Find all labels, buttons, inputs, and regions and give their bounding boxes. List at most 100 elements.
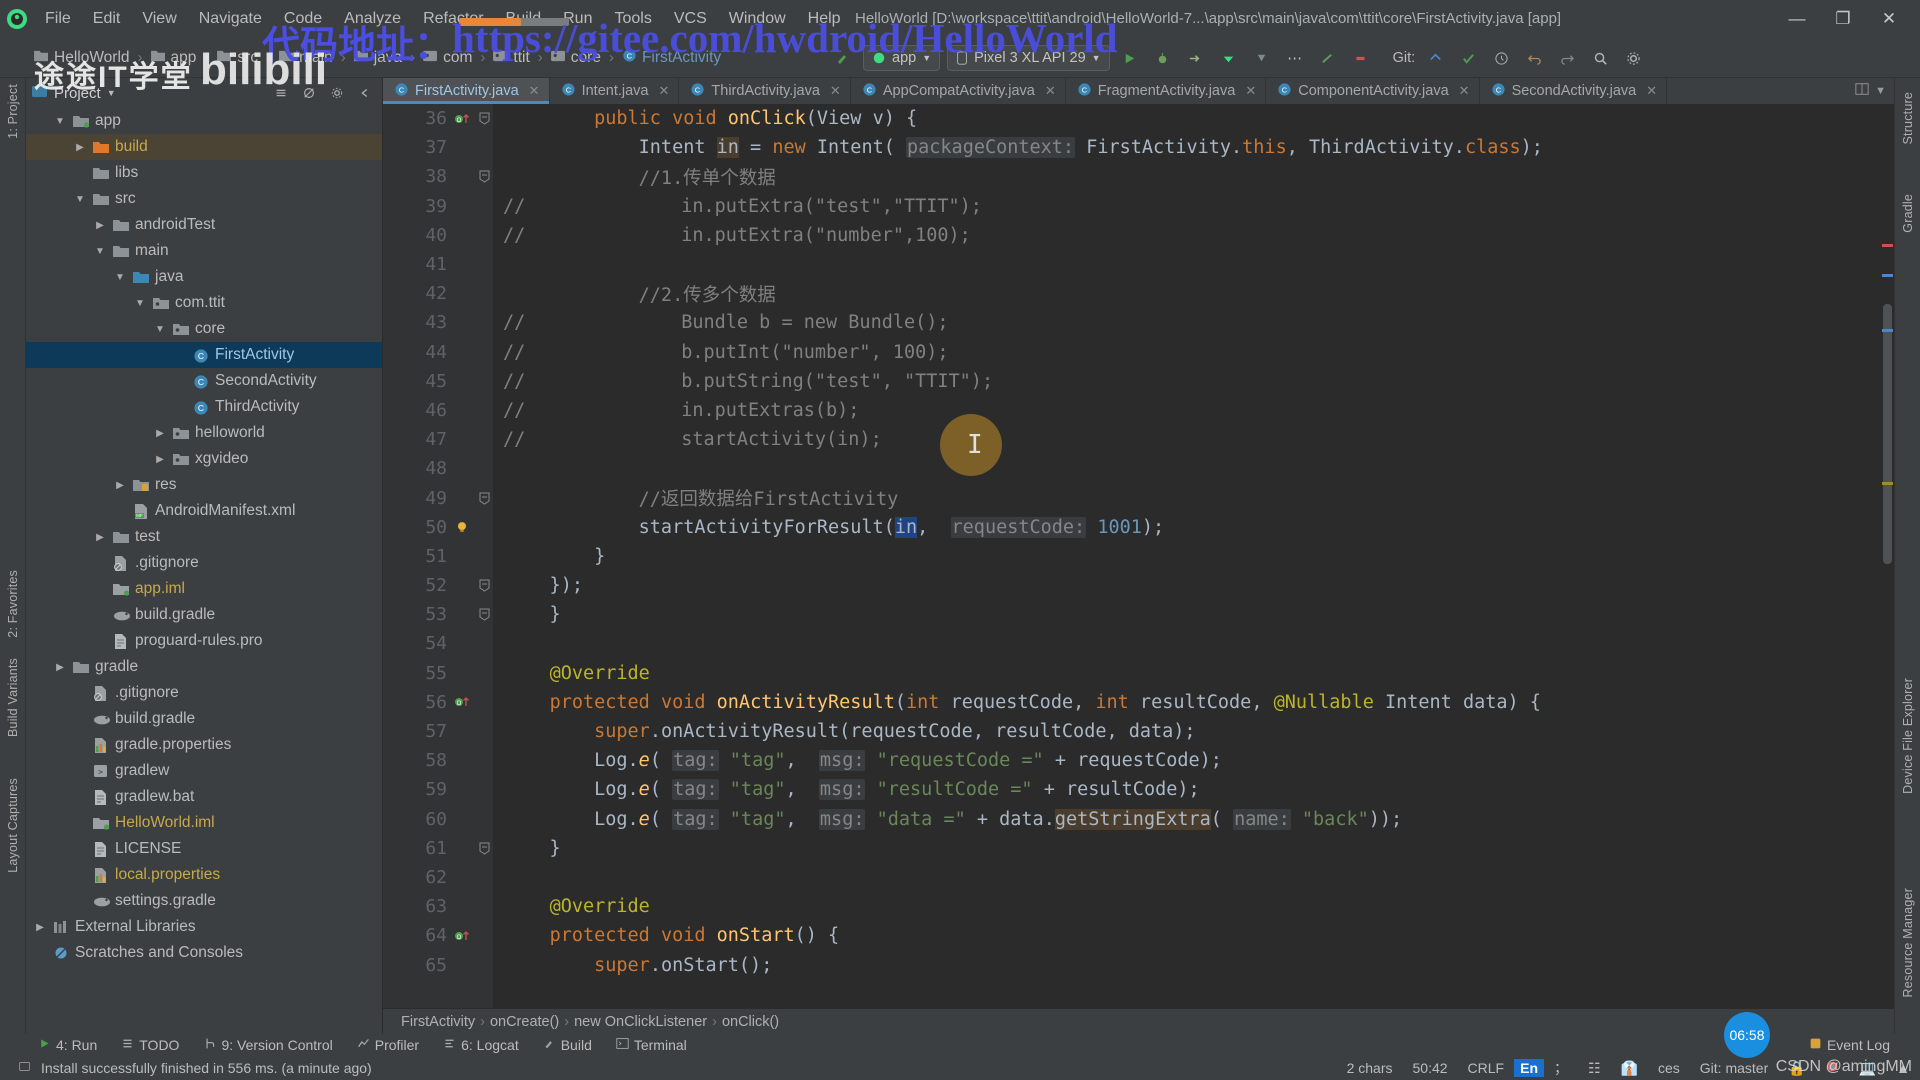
breadcrumb-item-helloworld[interactable]: HelloWorld [30,47,134,69]
twisty-collapsed-icon[interactable]: ▶ [52,662,68,673]
device-selector[interactable]: Pixel 3 XL API 29 ▼ [947,45,1110,71]
settings-gear-icon[interactable] [1620,45,1646,71]
editor-tab-fragmentactivity-java[interactable]: C FragmentActivity.java ✕ [1065,78,1267,104]
fold-region-end-icon[interactable] [473,170,495,184]
code-line[interactable]: 41 [383,250,1894,279]
rail-item-structure[interactable]: Structure [1901,92,1915,145]
editor-tab-secondactivity-java[interactable]: C SecondActivity.java ✕ [1479,78,1668,104]
breadcrumb-item-main[interactable]: main [275,47,337,69]
bottom-tool-logcat[interactable]: 6: Logcat [431,1037,531,1053]
tree-item[interactable]: ▼ com.ttit [26,290,382,316]
code-line[interactable]: 59 Log.e( tag: "tag", msg: "resultCode =… [383,775,1894,804]
twisty-expanded-icon[interactable]: ▼ [132,298,148,309]
tree-item[interactable]: LICENSE [26,836,382,862]
close-icon[interactable]: ✕ [1459,83,1470,99]
tree-item[interactable]: Scratches and Consoles [26,940,382,966]
tree-item[interactable]: build.gradle [26,602,382,628]
code-line[interactable]: 61 } [383,834,1894,863]
twisty-collapsed-icon[interactable]: ▶ [92,532,108,543]
code-line[interactable]: 36 O public void onClick(View v) { [383,104,1894,133]
rail-item-gradle[interactable]: Gradle [1901,194,1915,233]
code-line[interactable]: 57 super.onActivityResult(requestCode, r… [383,717,1894,746]
breadcrumb-item-app[interactable]: app [147,47,201,69]
editor-tab-firstactivity-java[interactable]: C FirstActivity.java ✕ [383,78,550,104]
breadcrumb-item-core[interactable]: core [547,47,605,69]
twisty-collapsed-icon[interactable]: ▶ [92,220,108,231]
sdk-manager-icon[interactable] [1249,45,1275,71]
override-method-icon[interactable]: O [451,928,473,944]
hide-panel-icon[interactable] [354,82,376,104]
tree-item[interactable]: settings.gradle [26,888,382,914]
collapse-all-icon[interactable] [270,82,292,104]
tree-item[interactable]: gradle.properties [26,732,382,758]
editor-breadcrumb-item[interactable]: onCreate() [490,1014,559,1030]
code-line[interactable]: 50 startActivityForResult(in, requestCod… [383,513,1894,542]
twisty-expanded-icon[interactable]: ▼ [92,246,108,257]
rail-item-favorites[interactable]: 2: Favorites [6,570,20,638]
git-history-icon[interactable] [1488,45,1514,71]
bottom-tool-version-control[interactable]: 9: Version Control [191,1037,344,1053]
tree-item[interactable]: ▶ test [26,524,382,550]
change-stripe-marker[interactable] [1882,329,1893,332]
tray-overflow-icon[interactable]: ▲ [1886,1060,1920,1076]
editor-tab-intent-java[interactable]: C Intent.java ✕ [549,78,680,104]
settings-gear-icon[interactable] [326,82,348,104]
close-button[interactable]: ✕ [1866,0,1912,38]
redo-icon[interactable] [1554,45,1580,71]
rail-item-device-file-explorer[interactable]: Device File Explorer [1901,678,1915,794]
code-line[interactable]: 63 @Override [383,892,1894,921]
twisty-expanded-icon[interactable]: ▼ [152,324,168,335]
code-line[interactable]: 53 } [383,600,1894,629]
menu-item-help[interactable]: Help [797,6,852,32]
fold-region-end-icon[interactable] [473,608,495,621]
code-line[interactable]: 44 // b.putInt("number", 100); [383,338,1894,367]
menu-item-vcs[interactable]: VCS [663,6,718,32]
code-line[interactable]: 42 //2.传多个数据 [383,279,1894,308]
code-line[interactable]: 49 //返回数据给FirstActivity [383,483,1894,512]
menu-item-code[interactable]: Code [273,6,333,32]
status-lock-icon[interactable]: 🔒 [1778,1060,1815,1077]
tree-item[interactable]: libs [26,160,382,186]
tree-item[interactable]: ▶ xgvideo [26,446,382,472]
code-line[interactable]: 51 } [383,542,1894,571]
override-method-icon[interactable]: O [451,111,473,127]
bottom-tool-build[interactable]: Build [531,1037,604,1053]
search-everywhere-icon[interactable] [1587,45,1613,71]
tray-chrome-icon[interactable] [1816,1060,1849,1076]
undo-icon[interactable] [1521,45,1547,71]
tree-item[interactable]: C SecondActivity [26,368,382,394]
rail-item-layout-captures[interactable]: Layout Captures [6,778,20,873]
override-method-icon[interactable]: O [451,694,473,710]
tree-item[interactable]: gradlew.bat [26,784,382,810]
close-icon[interactable]: ✕ [529,83,540,99]
status-encoding[interactable]: ces [1648,1060,1690,1076]
code-line[interactable]: 40 // in.putExtra("number",100); [383,221,1894,250]
tree-item[interactable]: .gitignore [26,680,382,706]
editor-breadcrumb[interactable]: FirstActivity › onCreate() › new OnClickList… [383,1008,1894,1034]
minimize-button[interactable]: — [1774,0,1820,38]
code-line[interactable]: 58 Log.e( tag: "tag", msg: "requestCode … [383,746,1894,775]
bottom-tool-run[interactable]: 4: Run [26,1037,109,1053]
stop-button[interactable] [1348,45,1374,71]
breadcrumb-item-java[interactable]: java [350,47,406,69]
code-line[interactable]: 45 // b.putString("test", "TTIT"); [383,367,1894,396]
tree-item[interactable]: ▶ res [26,472,382,498]
ime-toolbox-icon[interactable]: ☷ [1578,1060,1611,1077]
fold-region-start-icon[interactable] [473,112,495,125]
close-icon[interactable]: ✕ [1646,83,1657,99]
tree-item[interactable]: ▶ gradle [26,654,382,680]
fold-region-end-icon[interactable] [473,842,495,855]
ime-skin-icon[interactable]: 👔 [1611,1060,1648,1077]
code-line[interactable]: 60 Log.e( tag: "tag", msg: "data =" + da… [383,805,1894,834]
more-icon[interactable]: ⋯ [1282,45,1308,71]
bottom-tool-terminal[interactable]: Terminal [604,1037,699,1053]
code-line[interactable]: 56 O protected void onActivityResult(int … [383,688,1894,717]
close-icon[interactable]: ✕ [830,83,841,99]
bottom-tool-todo[interactable]: TODO [109,1037,191,1053]
status-line-separator[interactable]: CRLF [1458,1060,1515,1076]
twisty-collapsed-icon[interactable]: ▶ [72,142,88,153]
code-line[interactable]: 43 // Bundle b = new Bundle(); [383,308,1894,337]
tree-item[interactable]: build.gradle [26,706,382,732]
status-git-branch[interactable]: Git: master [1690,1060,1778,1076]
code-line[interactable]: 38 //1.传单个数据 [383,162,1894,191]
